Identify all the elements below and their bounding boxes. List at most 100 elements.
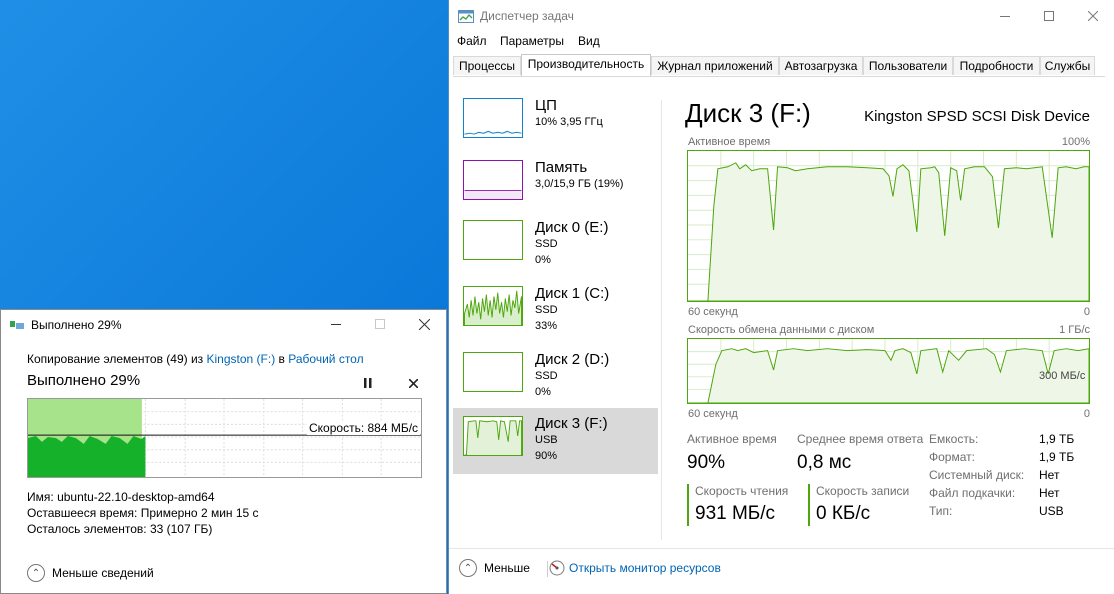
menu-view[interactable]: Вид (578, 34, 600, 48)
active-time-graph (687, 150, 1090, 302)
perf-item-type: USB (535, 434, 558, 446)
chevron-up-icon: ⌃ (27, 564, 45, 582)
active-time-graph-max: 100% (1061, 136, 1090, 148)
perf-item-detail: 3,0/15,9 ГБ (19%) (535, 178, 624, 190)
copy-name-value: ubuntu-22.10-desktop-amd64 (57, 490, 215, 504)
perf-item-usage: 0% (535, 254, 551, 266)
transfer-graph-min: 0 (1083, 408, 1090, 420)
transfer-area (688, 348, 1089, 403)
fewer-details-button[interactable]: ⌃ Меньше (459, 559, 559, 579)
tab-app-history[interactable]: Журнал приложений (651, 56, 779, 75)
copy-items-label: Осталось элементов: (27, 522, 147, 536)
active-time-graph-min: 0 (1083, 306, 1090, 318)
perf-item-type: SSD (535, 370, 558, 382)
disk1-thumb-line (464, 290, 522, 325)
tab-strip: Процессы Производительность Журнал прило… (453, 54, 1105, 77)
pause-icon (364, 378, 372, 388)
perf-item-memory[interactable]: Память 3,0/15,9 ГБ (19%) (453, 152, 658, 218)
copy-destination-link[interactable]: Рабочий стол (288, 352, 363, 366)
write-speed-indicator (808, 484, 810, 526)
menu-file[interactable]: Файл (457, 34, 487, 48)
menu-bar: Файл Параметры Вид (449, 34, 1114, 52)
capacity-label: Емкость: (929, 432, 979, 446)
perf-item-cpu[interactable]: ЦП 10% 3,95 ГГц (453, 90, 658, 156)
copy-source-link[interactable]: Kingston (F:) (207, 352, 276, 366)
copy-description: Копирование элементов (49) из Kingston (… (27, 352, 364, 366)
disk-title: Диск 3 (F:) (685, 98, 811, 128)
active-time-stat-label: Активное время (687, 432, 777, 446)
perf-item-usage: 0% (535, 386, 551, 398)
minimize-button[interactable] (983, 0, 1027, 32)
tab-processes[interactable]: Процессы (453, 56, 521, 75)
disk3-thumbnail-graph (463, 416, 523, 456)
close-button[interactable] (1071, 0, 1114, 32)
copy-close-button[interactable] (402, 310, 446, 338)
perf-item-name: Диск 0 (E:) (535, 219, 609, 236)
read-speed-indicator (687, 484, 689, 526)
perf-item-name: Диск 2 (D:) (535, 351, 610, 368)
tab-users[interactable]: Пользователи (863, 56, 953, 75)
tab-services[interactable]: Службы (1040, 56, 1095, 75)
tab-performance[interactable]: Производительность (521, 54, 651, 76)
chevron-up-icon: ⌃ (459, 559, 477, 577)
open-resource-monitor-link[interactable]: Открыть монитор ресурсов (549, 559, 739, 579)
perf-item-type: SSD (535, 304, 558, 316)
maximize-button[interactable] (1027, 0, 1071, 32)
read-speed-value: 931 МБ/с (695, 503, 776, 524)
close-icon (1088, 11, 1098, 21)
copy-speed-label: Скорость: 884 МБ/с (307, 421, 421, 435)
perf-item-name: Диск 1 (C:) (535, 285, 610, 302)
perf-item-name: Память (535, 159, 588, 176)
format-value: 1,9 ТБ (1039, 450, 1075, 464)
memory-thumbnail-graph (463, 160, 523, 200)
capacity-value: 1,9 ТБ (1039, 432, 1075, 446)
response-time-stat-label: Среднее время ответа (797, 432, 924, 446)
perf-item-disk3[interactable]: Диск 3 (F:) USB 90% (453, 408, 658, 474)
copy-minimize-button[interactable] (314, 310, 358, 338)
copy-dialog-title: Выполнено 29% (31, 318, 122, 332)
system-disk-label: Системный диск: (929, 468, 1025, 482)
copy-description-prefix: Копирование элементов (49) из (27, 352, 207, 366)
disk3-thumb-line (464, 420, 522, 455)
format-label: Формат: (929, 450, 975, 464)
transfer-graph-timespan: 60 секунд (688, 408, 738, 420)
perf-item-disk2[interactable]: Диск 2 (D:) SSD 0% (453, 344, 658, 410)
fewer-copy-details-label: Меньше сведений (52, 566, 154, 580)
transfer-graph-label: Скорость обмена данными с диском (688, 324, 875, 336)
maximize-icon (375, 319, 385, 329)
panel-divider (661, 100, 662, 540)
tab-details[interactable]: Подробности (953, 56, 1040, 75)
active-time-area (688, 162, 1089, 301)
copy-name-row: Имя: ubuntu-22.10-desktop-amd64 (27, 490, 215, 504)
page-file-value: Нет (1039, 486, 1060, 500)
copy-description-mid: в (275, 352, 289, 366)
copy-speed-graph (27, 398, 422, 478)
window-title: Диспетчер задач (480, 9, 574, 23)
transfer-graph-mid-label: 300 МБ/с (1039, 370, 1086, 382)
cancel-icon (408, 378, 418, 388)
type-label: Тип: (929, 504, 953, 518)
maximize-icon (1044, 11, 1054, 21)
task-manager-icon (458, 10, 474, 23)
menu-options[interactable]: Параметры (500, 34, 564, 48)
tab-startup[interactable]: Автозагрузка (779, 56, 863, 75)
fewer-copy-details-button[interactable]: ⌃ Меньше сведений (27, 564, 167, 584)
cancel-copy-button[interactable] (404, 374, 422, 392)
disk-model: Kingston SPSD SCSI Disk Device (864, 108, 1090, 125)
disk2-thumbnail-graph (463, 352, 523, 392)
title-bar[interactable]: Диспетчер задач (449, 0, 1114, 32)
perf-item-type: SSD (535, 238, 558, 250)
minimize-icon (1000, 16, 1010, 17)
perf-item-name: Диск 3 (F:) (535, 415, 608, 432)
cpu-thumb-line (464, 130, 522, 135)
pause-button[interactable] (359, 374, 377, 392)
perf-item-disk0[interactable]: Диск 0 (E:) SSD 0% (453, 212, 658, 278)
close-icon (418, 318, 430, 330)
response-time-stat-value: 0,8 мс (797, 452, 852, 473)
perf-item-disk1[interactable]: Диск 1 (C:) SSD 33% (453, 278, 658, 344)
perf-item-name: ЦП (535, 97, 557, 114)
perf-item-detail: 10% 3,95 ГГц (535, 116, 603, 128)
perf-item-usage: 33% (535, 320, 558, 332)
active-time-graph-timespan: 60 секунд (688, 306, 738, 318)
copy-remaining-row: Оставшееся время: Примерно 2 мин 15 с (27, 506, 259, 520)
